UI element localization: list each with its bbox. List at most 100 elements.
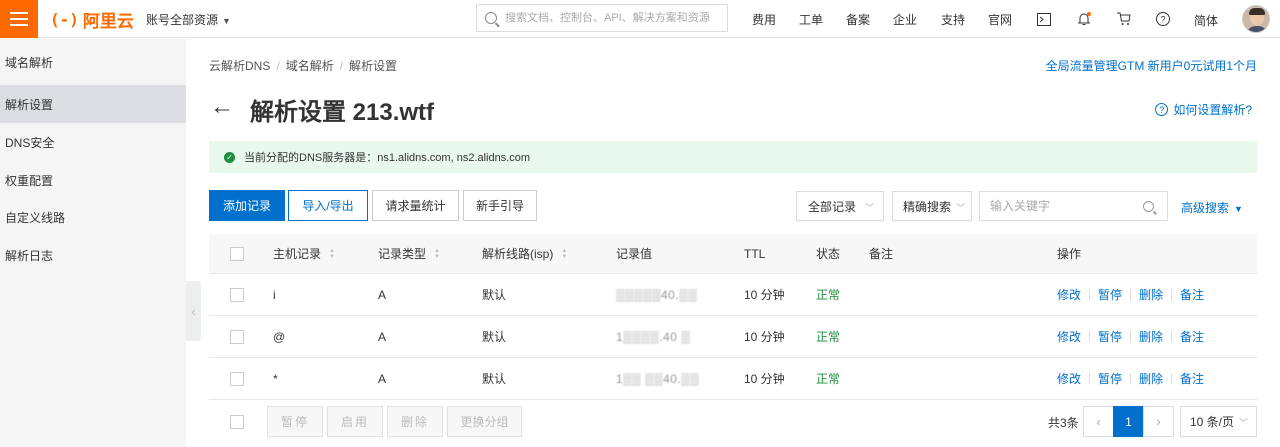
search-icon[interactable]	[1143, 201, 1154, 212]
batch-pause-button[interactable]: 暂停	[267, 406, 323, 437]
gtm-promo-link[interactable]: 全局流量管理GTM 新用户0元试用1个月	[1046, 57, 1257, 74]
col-ttl: TTL	[744, 246, 766, 261]
nav-official-site[interactable]: 官网	[988, 0, 1012, 38]
pause-link[interactable]: 暂停	[1098, 328, 1122, 345]
nav-ticket[interactable]: 工单	[799, 0, 823, 38]
nav-filing[interactable]: 备案	[846, 0, 870, 38]
global-search-input[interactable]	[505, 12, 725, 24]
top-bar: (-) 阿里云 账号全部资源▼ 费用 工单 备案 企业 支持 官网 ? 简体	[0, 0, 1280, 38]
remark-link[interactable]: 备注	[1180, 328, 1204, 345]
logo-mark: (-)	[50, 9, 79, 29]
delete-link[interactable]: 删除	[1139, 328, 1163, 345]
help-icon[interactable]: ?	[1153, 9, 1173, 29]
page-title: 解析设置 213.wtf	[250, 99, 435, 126]
footer-select-all-checkbox[interactable]	[230, 406, 244, 437]
chevron-down-icon: ﹀	[1238, 418, 1248, 428]
avatar[interactable]	[1242, 5, 1270, 33]
back-arrow-icon[interactable]: ←	[210, 94, 234, 120]
edit-link[interactable]: 修改	[1057, 328, 1081, 345]
sidebar-item-domain-resolution[interactable]: 域名解析	[0, 43, 186, 81]
row-checkbox[interactable]	[230, 358, 244, 399]
type-cell: A	[378, 371, 387, 386]
page-size-select[interactable]: 10 条/页 ﹀	[1180, 406, 1257, 437]
question-icon: ?	[1155, 103, 1169, 116]
account-resource-selector[interactable]: 账号全部资源 ▼	[146, 11, 231, 28]
value-cell: 1▒▒▒▒.40 ▒	[616, 329, 691, 344]
bell-icon[interactable]	[1074, 9, 1094, 29]
caret-down-icon: ▼	[222, 16, 231, 26]
batch-enable-button[interactable]: 启用	[327, 406, 383, 437]
col-type-label: 记录类型	[378, 247, 427, 261]
sidebar-item-weight-config[interactable]: 权重配置	[0, 161, 186, 199]
breadcrumb-domain-resolution[interactable]: 域名解析	[286, 59, 334, 73]
remark-link[interactable]: 备注	[1180, 370, 1204, 387]
col-type[interactable]: 记录类型 ▲ ▼	[378, 234, 440, 273]
edit-link[interactable]: 修改	[1057, 286, 1081, 303]
advanced-search-toggle[interactable]: 高级搜索 ▼	[1181, 199, 1243, 216]
advanced-search-label: 高级搜索	[1181, 201, 1230, 215]
row-checkbox[interactable]	[230, 316, 244, 357]
col-line[interactable]: 解析线路(isp) ▲ ▼	[482, 234, 567, 273]
pause-link[interactable]: 暂停	[1098, 370, 1122, 387]
chevron-left-icon: ‹	[191, 303, 196, 319]
search-mode-select[interactable]: 精确搜索 ﹀	[892, 191, 972, 221]
import-export-button[interactable]: 导入/导出	[288, 190, 368, 221]
batch-delete-button[interactable]: 删除	[387, 406, 443, 437]
host-cell: *	[273, 371, 278, 386]
page-1-button[interactable]: 1	[1113, 406, 1144, 437]
guide-button[interactable]: 新手引导	[463, 190, 537, 221]
dns-server-notice: ✓ 当前分配的DNS服务器是：ns1.alidns.com, ns2.alidn…	[209, 141, 1257, 173]
col-remark: 备注	[869, 247, 894, 261]
table-row: i A 默认 ▒▒▒▒▒40.▒▒ 10 分钟 正常 修改 暂停 删除 备注	[209, 274, 1257, 316]
aliyun-logo[interactable]: (-) 阿里云	[50, 8, 134, 31]
status-cell: 正常	[816, 288, 841, 302]
account-label: 账号全部资源	[146, 13, 219, 27]
select-all-checkbox[interactable]	[230, 234, 244, 273]
ttl-cell: 10 分钟	[744, 288, 785, 302]
keyword-search[interactable]	[979, 191, 1168, 221]
add-record-button[interactable]: 添加记录	[209, 190, 285, 221]
nav-support[interactable]: 支持	[941, 0, 965, 38]
table-row: * A 默认 1▒▒ ▒▒40.▒▒ 10 分钟 正常 修改 暂停 删除 备注	[209, 358, 1257, 400]
nav-enterprise[interactable]: 企业	[893, 0, 917, 38]
col-line-label: 解析线路(isp)	[482, 247, 554, 261]
howto-link[interactable]: ? 如何设置解析?	[1155, 101, 1252, 118]
value-cell: 1▒▒ ▒▒40.▒▒	[616, 371, 700, 386]
record-filter-select[interactable]: 全部记录 ﹀	[796, 191, 884, 221]
sidebar-item-custom-lines[interactable]: 自定义线路	[0, 198, 186, 236]
remark-link[interactable]: 备注	[1180, 286, 1204, 303]
request-stats-button[interactable]: 请求量统计	[372, 190, 459, 221]
terminal-icon[interactable]	[1034, 9, 1054, 29]
cart-icon[interactable]	[1114, 9, 1134, 29]
prev-page-button[interactable]: ‹	[1083, 406, 1114, 437]
row-checkbox[interactable]	[230, 274, 244, 315]
search-icon	[485, 12, 497, 24]
change-group-button[interactable]: 更换分组	[447, 406, 522, 437]
keyword-input[interactable]	[990, 199, 1140, 213]
sidebar-item-resolution-log[interactable]: 解析日志	[0, 236, 186, 274]
nav-billing[interactable]: 费用	[752, 0, 776, 38]
next-page-button[interactable]: ›	[1143, 406, 1174, 437]
status-cell: 正常	[816, 372, 841, 386]
sidebar-collapse-handle[interactable]: ‹	[186, 281, 201, 341]
table-row: @ A 默认 1▒▒▒▒.40 ▒ 10 分钟 正常 修改 暂停 删除 备注	[209, 316, 1257, 358]
sidebar-item-resolution-settings[interactable]: 解析设置	[0, 85, 186, 123]
breadcrumb-dns[interactable]: 云解析DNS	[209, 59, 270, 73]
menu-icon[interactable]	[0, 0, 38, 38]
global-search[interactable]	[476, 4, 728, 32]
breadcrumb-current: 解析设置	[349, 59, 398, 73]
svg-text:?: ?	[1160, 15, 1165, 25]
col-ops: 操作	[1057, 247, 1082, 261]
delete-link[interactable]: 删除	[1139, 286, 1163, 303]
pause-link[interactable]: 暂停	[1098, 286, 1122, 303]
caret-down-icon: ▼	[1234, 204, 1243, 214]
language-switcher[interactable]: 简体	[1194, 12, 1218, 29]
col-host[interactable]: 主机记录 ▲ ▼	[273, 234, 335, 273]
type-cell: A	[378, 287, 387, 302]
sidebar-item-dns-security[interactable]: DNS安全	[0, 123, 186, 161]
chevron-down-icon: ﹀	[955, 203, 965, 213]
delete-link[interactable]: 删除	[1139, 370, 1163, 387]
ttl-cell: 10 分钟	[744, 372, 785, 386]
col-value: 记录值	[616, 247, 653, 261]
edit-link[interactable]: 修改	[1057, 370, 1081, 387]
